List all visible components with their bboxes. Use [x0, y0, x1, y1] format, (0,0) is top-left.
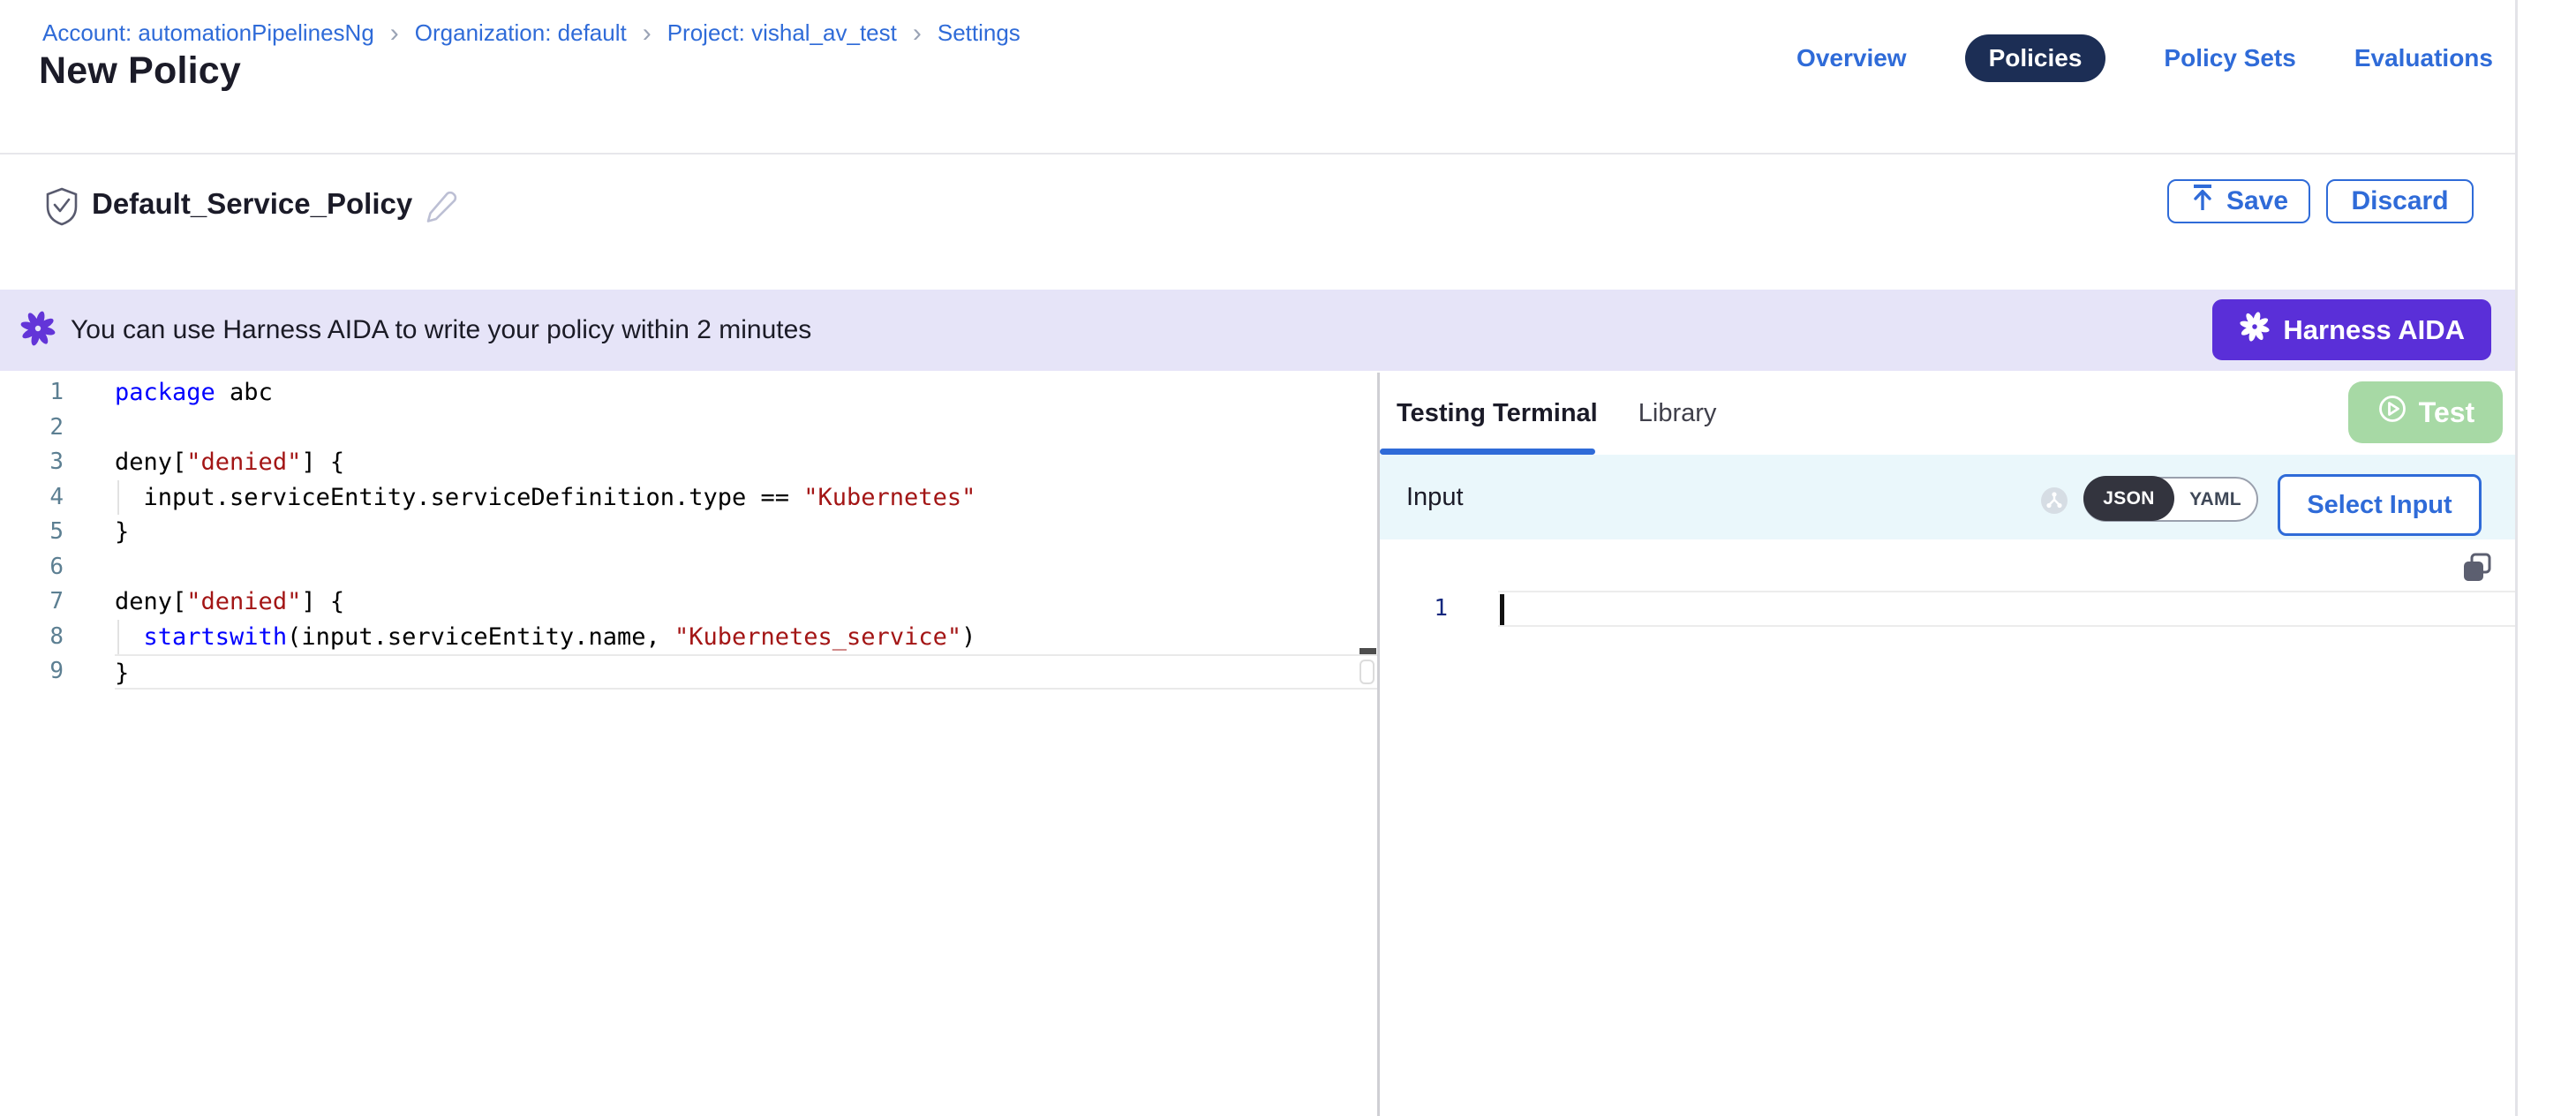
nav-policy-sets[interactable]: Policy Sets	[2164, 44, 2295, 72]
indent-guide	[117, 480, 119, 516]
code-line-6[interactable]: 6	[0, 550, 1377, 585]
code-line-content: startswith(input.serviceEntity.name, "Ku…	[115, 620, 1377, 655]
code-lines: 1package abc23deny["denied"] {4 input.se…	[0, 375, 1377, 690]
code-line-9[interactable]: 9}	[0, 654, 1377, 690]
tab-library[interactable]: Library	[1638, 399, 1717, 428]
test-button[interactable]: Test	[2348, 381, 2503, 443]
nav-evaluations[interactable]: Evaluations	[2354, 44, 2493, 72]
upload-icon	[2189, 183, 2216, 220]
nav-overview[interactable]: Overview	[1796, 44, 1907, 72]
branch-icon	[2040, 486, 2068, 519]
line-number: 8	[0, 620, 115, 655]
text-cursor	[1500, 594, 1504, 625]
discard-button-label: Discard	[2351, 186, 2448, 216]
line-number: 1	[0, 375, 115, 411]
code-line-content: }	[115, 515, 1377, 550]
breadcrumb-organization[interactable]: Organization: default	[415, 19, 627, 47]
edit-pencil-icon[interactable]	[422, 189, 459, 230]
breadcrumb-project[interactable]: Project: vishal_av_test	[667, 19, 897, 47]
code-line-3[interactable]: 3deny["denied"] {	[0, 445, 1377, 480]
play-circle-icon	[2376, 393, 2408, 432]
input-line-number: 1	[1380, 591, 1498, 627]
active-tab-underline	[1380, 449, 1595, 455]
code-line-8[interactable]: 8 startswith(input.serviceEntity.name, "…	[0, 620, 1377, 655]
top-nav: Overview Policies Policy Sets Evaluation…	[1796, 35, 2493, 81]
line-number: 4	[0, 480, 115, 516]
input-label: Input	[1406, 483, 1464, 512]
input-header: Input JSON YAML Select Input	[1380, 455, 2515, 539]
panel-tabbar: Testing Terminal Library Test	[1380, 373, 2515, 455]
format-toggle: JSON YAML	[2083, 477, 2258, 522]
code-line-content: }	[115, 654, 1377, 690]
test-button-label: Test	[2419, 396, 2474, 429]
save-button[interactable]: Save	[2167, 179, 2310, 223]
aida-banner: You can use Harness AIDA to write your p…	[0, 290, 2515, 371]
code-line-2[interactable]: 2	[0, 411, 1377, 446]
discard-button[interactable]: Discard	[2326, 179, 2474, 223]
header-divider	[0, 153, 2515, 155]
code-line-1[interactable]: 1package abc	[0, 375, 1377, 411]
policy-code-editor[interactable]: 1package abc23deny["denied"] {4 input.se…	[0, 373, 1377, 1116]
copy-icon[interactable]	[2461, 552, 2493, 584]
input-line-1[interactable]: 1	[1380, 591, 2515, 627]
chevron-separator-icon: ›	[643, 22, 652, 45]
page-title: New Policy	[39, 49, 241, 93]
policy-name: Default_Service_Policy	[92, 187, 412, 221]
nav-policies[interactable]: Policies	[1965, 34, 2106, 82]
aida-banner-message: You can use Harness AIDA to write your p…	[71, 315, 811, 345]
shield-check-icon	[44, 186, 79, 231]
code-line-content: input.serviceEntity.serviceDefinition.ty…	[115, 480, 1377, 516]
code-line-content: deny["denied"] {	[115, 584, 1377, 620]
format-option-yaml[interactable]: YAML	[2174, 489, 2256, 510]
input-line-content	[1498, 591, 2515, 627]
tab-testing-terminal[interactable]: Testing Terminal	[1397, 399, 1598, 428]
save-button-label: Save	[2226, 186, 2288, 216]
code-line-4[interactable]: 4 input.serviceEntity.serviceDefinition.…	[0, 480, 1377, 516]
breadcrumb: Account: automationPipelinesNg › Organiz…	[42, 19, 1021, 47]
chevron-separator-icon: ›	[390, 22, 399, 45]
code-line-5[interactable]: 5}	[0, 515, 1377, 550]
aida-pinwheel-icon	[19, 310, 56, 351]
line-number: 2	[0, 411, 115, 446]
indent-guide	[117, 620, 119, 655]
line-number: 6	[0, 550, 115, 585]
line-number: 3	[0, 445, 115, 480]
code-line-content	[115, 411, 1377, 446]
input-editor[interactable]: 1	[1380, 539, 2515, 1116]
scrollbar-slider[interactable]	[1360, 660, 1375, 684]
format-option-json[interactable]: JSON	[2083, 476, 2174, 521]
harness-aida-button-label: Harness AIDA	[2283, 314, 2465, 346]
line-number: 5	[0, 515, 115, 550]
breadcrumb-settings[interactable]: Settings	[938, 19, 1021, 47]
content-right-border	[2515, 0, 2518, 1116]
aida-button-pinwheel-icon	[2239, 311, 2271, 350]
line-number: 9	[0, 654, 115, 690]
page: { "header": { "breadcrumb": { "items": […	[0, 0, 2576, 1116]
testing-panel: Testing Terminal Library Test Input JSON…	[1380, 373, 2515, 1116]
code-line-content	[115, 550, 1377, 585]
line-number: 7	[0, 584, 115, 620]
harness-aida-button[interactable]: Harness AIDA	[2212, 299, 2491, 360]
code-line-7[interactable]: 7deny["denied"] {	[0, 584, 1377, 620]
code-line-content: package abc	[115, 375, 1377, 411]
breadcrumb-account[interactable]: Account: automationPipelinesNg	[42, 19, 374, 47]
select-input-button[interactable]: Select Input	[2278, 474, 2482, 536]
code-line-content: deny["denied"] {	[115, 445, 1377, 480]
overview-ruler-cursor-marker	[1360, 648, 1376, 654]
chevron-separator-icon: ›	[913, 22, 922, 45]
